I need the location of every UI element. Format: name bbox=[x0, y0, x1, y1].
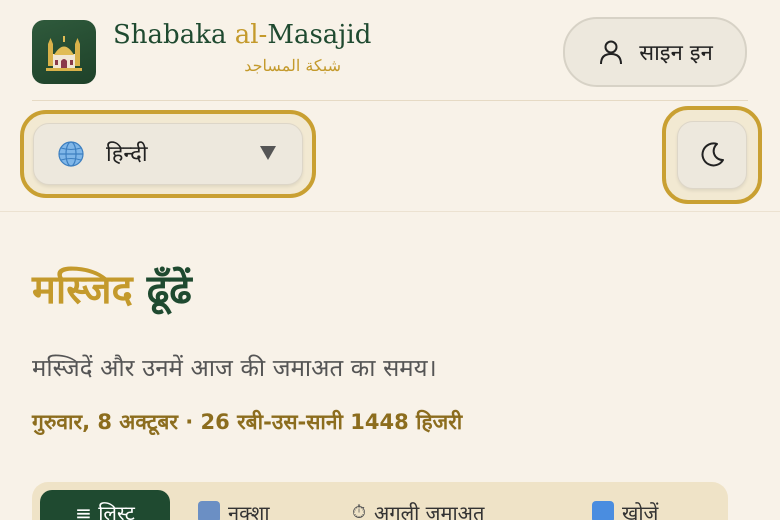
page-subtitle: मस्जिदें और उनमें आज की जमाअत का समय। bbox=[32, 354, 437, 382]
toolbar-divider bbox=[0, 211, 780, 212]
brand-name-arabic: شبكة المساجد bbox=[244, 56, 341, 75]
date-display: गुरुवार, 8 अक्टूबर · 26 रबी-उस-सानी 1448… bbox=[32, 410, 463, 434]
user-icon bbox=[600, 40, 623, 65]
tab-next-jamaat[interactable]: ⏱ अगली जमाअत bbox=[352, 490, 484, 520]
map-icon bbox=[198, 501, 220, 520]
language-label: हिन्दी bbox=[106, 142, 148, 167]
globe-icon bbox=[58, 141, 84, 167]
tab-map[interactable]: नक्शा bbox=[198, 490, 270, 520]
signin-label: साइन इन bbox=[639, 41, 713, 66]
clock-icon: ⏱ bbox=[352, 501, 367, 520]
signin-button[interactable]: साइन इन bbox=[563, 17, 747, 87]
tab-list[interactable]: ≡ लिस्ट bbox=[40, 490, 170, 520]
mosque-logo-icon[interactable] bbox=[32, 20, 96, 84]
moon-icon bbox=[701, 142, 724, 167]
brand-name[interactable]: Shabaka al-Masajid bbox=[113, 20, 371, 50]
chevron-down-icon bbox=[260, 146, 276, 160]
header-divider bbox=[32, 100, 748, 101]
app-header: Shabaka al-Masajid شبكة المساجد साइन इन bbox=[0, 0, 780, 100]
tab-search[interactable]: खोजें bbox=[592, 490, 658, 520]
page-title: मस्जिद ढूँढें bbox=[32, 267, 192, 313]
search-icon bbox=[592, 501, 614, 520]
theme-toggle-button[interactable] bbox=[677, 121, 747, 189]
